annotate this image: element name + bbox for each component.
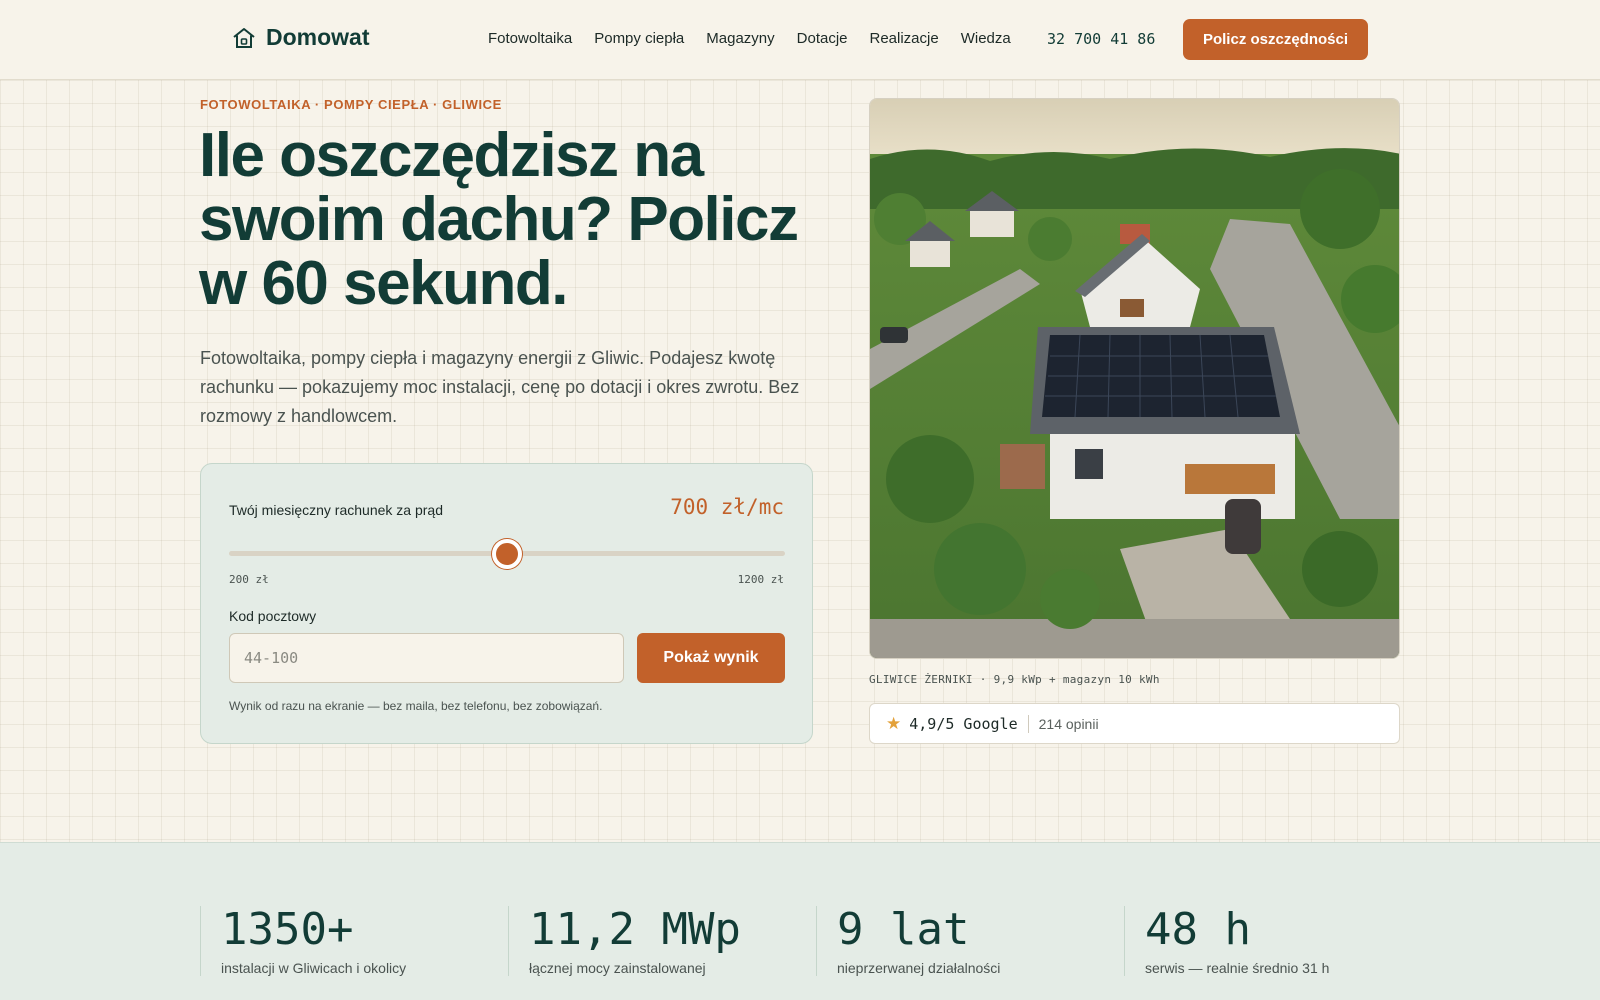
rating-score: 4,9/5 Google <box>909 714 1018 733</box>
nav-item-realizacje[interactable]: Realizacje <box>870 30 939 47</box>
savings-calculator: Twój miesięczny rachunek za prąd 700 zł/… <box>200 463 813 744</box>
stat-power: 11,2 MWp łącznej mocy zainstalowanej <box>508 906 741 976</box>
photo-caption: GLIWICE ŻERNIKI · 9,9 kWp + magazyn 10 k… <box>869 673 1160 686</box>
rating-count: 214 opinii <box>1038 715 1099 732</box>
calculator-note: Wynik od razu na ekranie — bez maila, be… <box>229 699 603 713</box>
nav-item-dotacje[interactable]: Dotacje <box>797 30 848 47</box>
hero-headline: Ile oszczędzisz na swoim dachu? Policz w… <box>199 121 799 318</box>
nav-item-fotowoltaika[interactable]: Fotowoltaika <box>488 30 572 47</box>
zip-input[interactable] <box>229 633 624 683</box>
stat-label: nieprzerwanej działalności <box>837 960 1001 976</box>
hero-lead: Fotowoltaika, pompy ciepła i magazyny en… <box>200 348 800 426</box>
star-icon: ★ <box>886 713 902 733</box>
stat-value: 9 lat <box>837 904 970 955</box>
stat-value: 1350+ <box>221 904 354 955</box>
stat-label: instalacji w Gliwicach i okolicy <box>221 960 407 976</box>
stat-years: 9 lat nieprzerwanej działalności <box>816 906 1000 976</box>
stat-value: 48 h <box>1145 904 1251 955</box>
stat-installations: 1350+ instalacji w Gliwicach i okolicy <box>200 906 406 976</box>
brand-name: Domowat <box>266 24 370 50</box>
nav-item-wiedza[interactable]: Wiedza <box>961 30 1011 47</box>
stat-label: łącznej mocy zainstalowanej <box>529 960 706 976</box>
stat-service: 48 h serwis — realnie średnio 31 h <box>1124 906 1329 976</box>
zip-label: Kod pocztowy <box>229 608 317 624</box>
header-cta-button[interactable]: Policz oszczędności <box>1183 19 1368 60</box>
hero-photo <box>869 98 1400 659</box>
house-icon <box>232 27 256 49</box>
site-header: Domowat Fotowoltaika Pompy ciepła Magazy… <box>0 0 1600 80</box>
bill-slider-handle[interactable] <box>492 539 522 569</box>
main-nav: Fotowoltaika Pompy ciepła Magazyny Dotac… <box>488 30 1011 47</box>
bill-value: 700 zł/mc <box>670 495 784 519</box>
nav-item-magazyny[interactable]: Magazyny <box>706 30 774 47</box>
hero-eyebrow: FOTOWOLTAIKA · POMPY CIEPŁA · GLIWICE <box>200 97 502 112</box>
logo[interactable]: Domowat <box>232 24 370 51</box>
stat-label: serwis — realnie średnio 31 h <box>1145 960 1330 976</box>
google-rating[interactable]: ★ 4,9/5 Google 214 opinii <box>869 703 1400 744</box>
stat-value: 11,2 MWp <box>529 904 741 955</box>
rating-divider <box>1027 714 1029 733</box>
slider-min-label: 200 zł <box>229 573 269 586</box>
stats-band: 1350+ instalacji w Gliwicach i okolicy 1… <box>0 842 1600 1000</box>
phone-link[interactable]: 32 700 41 86 <box>1047 30 1155 48</box>
slider-max-label: 1200 zł <box>737 573 784 586</box>
bill-label: Twój miesięczny rachunek za prąd <box>229 502 443 518</box>
nav-item-pompy-ciepla[interactable]: Pompy ciepła <box>594 30 684 47</box>
show-result-button[interactable]: Pokaż wynik <box>637 633 785 683</box>
